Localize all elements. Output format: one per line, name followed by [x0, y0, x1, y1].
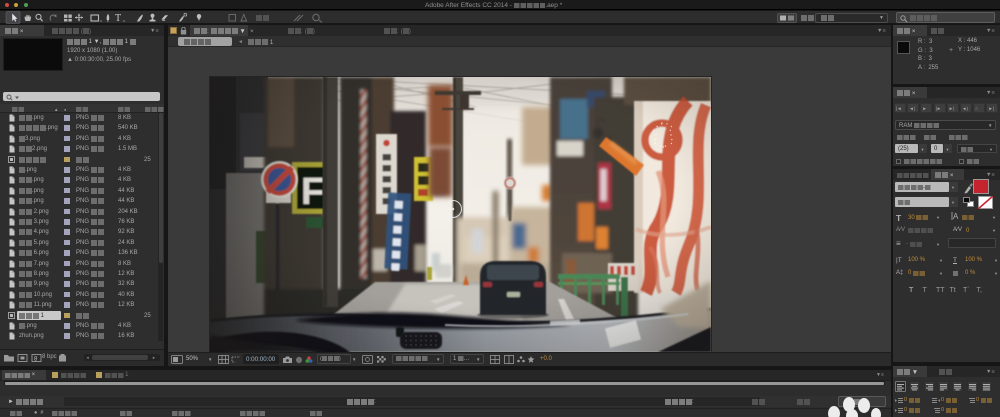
svg-text:A: A	[953, 212, 959, 221]
svg-text:T: T	[115, 13, 121, 24]
